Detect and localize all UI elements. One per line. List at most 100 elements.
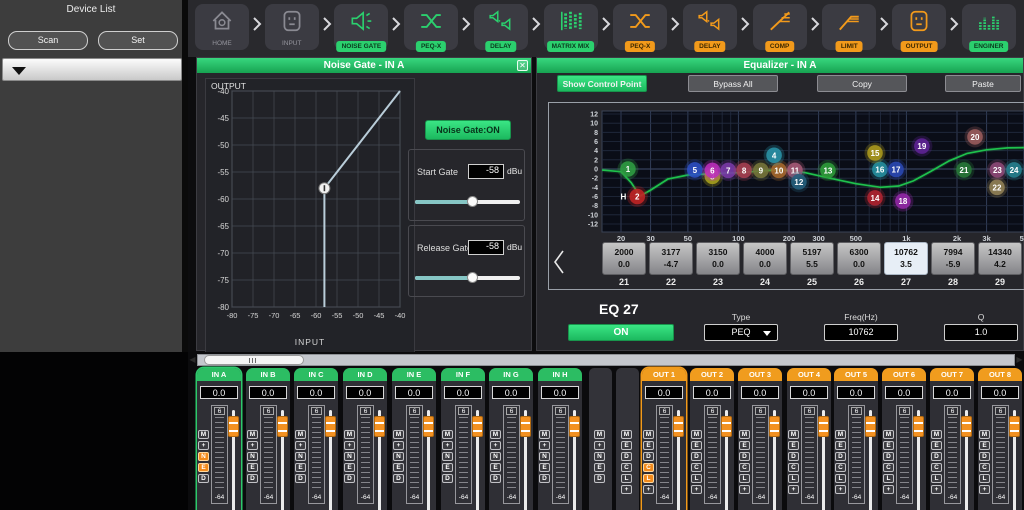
channel-gain-value[interactable]: 0.0 (395, 386, 433, 399)
channel-button-+[interactable]: + (393, 441, 404, 450)
bus-button-D[interactable]: D (621, 452, 632, 461)
channel-button-E[interactable]: E (247, 463, 258, 472)
channel-button-E[interactable]: E (295, 463, 306, 472)
close-icon[interactable]: ✕ (517, 60, 528, 71)
channel-label[interactable]: IN E (392, 368, 436, 381)
channel-button-E[interactable]: E (393, 463, 404, 472)
channel-button-+[interactable]: + (442, 441, 453, 450)
channel-button-D[interactable]: D (490, 474, 501, 483)
eq-point-13[interactable]: 13 (817, 160, 838, 181)
gate-param-value[interactable]: -58 (468, 164, 504, 179)
channel-label[interactable]: IN F (441, 368, 485, 381)
channel-button-M[interactable]: M (442, 430, 453, 439)
fader-handle[interactable] (913, 416, 924, 437)
fader-track[interactable] (427, 410, 430, 510)
channel-strip-in-h[interactable]: IN H 0.0 M+NED 6 -64 (538, 368, 582, 510)
eq-point-18[interactable]: 18 (892, 191, 913, 212)
channel-strip-in-g[interactable]: IN G 0.0 M+NED 6 -64 (489, 368, 533, 510)
toolbar-item-delay[interactable]: DELAY (683, 4, 737, 50)
channel-button-N[interactable]: N (295, 452, 306, 461)
noise-gate-power-button[interactable]: Noise Gate:ON (425, 120, 511, 140)
channel-strip-out-5[interactable]: OUT 5 0.0 MEDCL+ 6 -64 (834, 368, 878, 510)
scroll-right-icon[interactable]: ▶ (1015, 354, 1024, 366)
channel-button-C[interactable]: C (931, 463, 942, 472)
toolbar-item-peq-x[interactable]: PEQ-X (613, 4, 667, 50)
channel-button-L[interactable]: L (691, 474, 702, 483)
fader-handle[interactable] (325, 416, 336, 437)
fader-handle[interactable] (520, 416, 531, 437)
channel-button-M[interactable]: M (247, 430, 258, 439)
channel-button-M[interactable]: M (393, 430, 404, 439)
scan-button[interactable]: Scan (8, 31, 88, 50)
channel-button-M[interactable]: M (691, 430, 702, 439)
eq-band-cell-28[interactable]: 7994-5.9 (931, 242, 975, 275)
channel-label[interactable]: IN G (489, 368, 533, 381)
channel-button-E[interactable]: E (490, 463, 501, 472)
toolbar-item-matrix-mix[interactable]: MATRIX MIX (544, 4, 598, 50)
toolbar-item-home[interactable]: HOME (195, 4, 249, 50)
fader-handle[interactable] (961, 416, 972, 437)
bus-button-+[interactable]: + (594, 441, 605, 450)
equalizer-plot[interactable]: 1H23567891041112131416151718192120222324… (550, 105, 1024, 241)
channel-button-M[interactable]: M (539, 430, 550, 439)
device-dropdown[interactable] (2, 58, 182, 81)
channel-strip-out-1[interactable]: OUT 1 0.0 MEDCL+ 6 -64 (642, 368, 686, 510)
channel-label[interactable]: IN A (197, 368, 241, 381)
mixer-scrollbar[interactable] (197, 354, 1015, 366)
eq-point-1[interactable]: 1 (617, 159, 638, 180)
channel-button-+[interactable]: + (931, 485, 942, 494)
channel-button-L[interactable]: L (788, 474, 799, 483)
slider-thumb[interactable] (467, 196, 478, 207)
bus-button-N[interactable]: N (594, 452, 605, 461)
channel-button-D[interactable]: D (739, 452, 750, 461)
eq-button-copy[interactable]: Copy (817, 75, 907, 92)
channel-label[interactable]: IN H (538, 368, 582, 381)
channel-button-E[interactable]: E (344, 463, 355, 472)
channel-button-C[interactable]: C (643, 463, 654, 472)
fader-track[interactable] (281, 410, 284, 510)
fader-track[interactable] (476, 410, 479, 510)
channel-button-D[interactable]: D (539, 474, 550, 483)
channel-button-D[interactable]: D (247, 474, 258, 483)
channel-gain-value[interactable]: 0.0 (645, 386, 683, 399)
channel-gain-value[interactable]: 0.0 (837, 386, 875, 399)
channel-gain-value[interactable]: 0.0 (981, 386, 1019, 399)
bus-button-E[interactable]: E (621, 441, 632, 450)
channel-gain-value[interactable]: 0.0 (444, 386, 482, 399)
fader-track[interactable] (329, 410, 332, 510)
eq-point-17[interactable]: 17 (886, 159, 907, 180)
channel-strip-in-a[interactable]: IN A 0.0 M+NED 6 -64 (197, 368, 241, 510)
eq-button-show-control-point[interactable]: Show Control Point (557, 75, 647, 92)
channel-button-D[interactable]: D (835, 452, 846, 461)
eq-band-cell-22[interactable]: 3177-4.7 (649, 242, 693, 275)
fader-handle[interactable] (472, 416, 483, 437)
channel-button-M[interactable]: M (931, 430, 942, 439)
channel-gain-value[interactable]: 0.0 (885, 386, 923, 399)
channel-gain-value[interactable]: 0.0 (790, 386, 828, 399)
channel-gain-value[interactable]: 0.0 (693, 386, 731, 399)
channel-button-L[interactable]: L (883, 474, 894, 483)
channel-button-+[interactable]: + (883, 485, 894, 494)
fader-handle[interactable] (865, 416, 876, 437)
channel-strip-out-3[interactable]: OUT 3 0.0 MEDCL+ 6 -64 (738, 368, 782, 510)
bus-button-D[interactable]: D (594, 474, 605, 483)
channel-button-D[interactable]: D (442, 474, 453, 483)
channel-button-N[interactable]: N (393, 452, 404, 461)
toolbar-item-noise-gate[interactable]: NOISE GATE (334, 4, 388, 50)
channel-button-D[interactable]: D (295, 474, 306, 483)
fader-handle[interactable] (1009, 416, 1020, 437)
channel-label[interactable]: OUT 3 (738, 368, 782, 381)
eq-button-bypass-all[interactable]: Bypass All (688, 75, 778, 92)
eq-point-15[interactable]: 15 (864, 142, 885, 163)
channel-strip-out-7[interactable]: OUT 7 0.0 MEDCL+ 6 -64 (930, 368, 974, 510)
channel-button-M[interactable]: M (979, 430, 990, 439)
eq-band-cell-26[interactable]: 63000.0 (837, 242, 881, 275)
channel-strip-in-d[interactable]: IN D 0.0 M+NED 6 -64 (343, 368, 387, 510)
channel-strip-out-2[interactable]: OUT 2 0.0 MEDCL+ 6 -64 (690, 368, 734, 510)
bus-button-+[interactable]: + (621, 485, 632, 494)
channel-button-C[interactable]: C (835, 463, 846, 472)
channel-strip-in-e[interactable]: IN E 0.0 M+NED 6 -64 (392, 368, 436, 510)
channel-button-E[interactable]: E (883, 441, 894, 450)
channel-button-M[interactable]: M (295, 430, 306, 439)
channel-button-E[interactable]: E (691, 441, 702, 450)
